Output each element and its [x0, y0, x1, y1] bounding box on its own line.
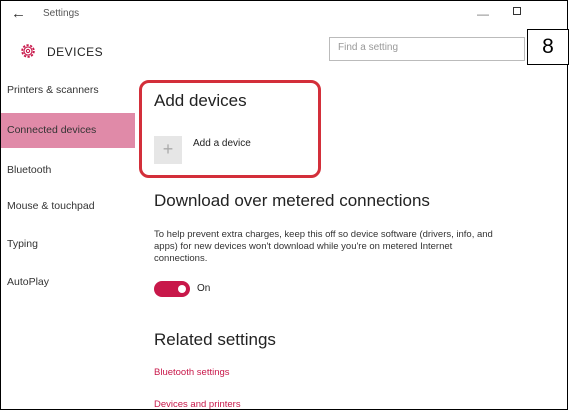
- devices-printers-link[interactable]: Devices and printers: [154, 399, 241, 409]
- sidebar-item-bluetooth[interactable]: Bluetooth: [1, 155, 135, 185]
- sidebar-item-printers-scanners[interactable]: Printers & scanners: [1, 75, 135, 105]
- add-devices-heading: Add devices: [154, 91, 247, 110]
- metered-download-toggle[interactable]: [154, 281, 190, 297]
- window-title: Settings: [43, 8, 80, 19]
- sidebar-item-autoplay[interactable]: AutoPlay: [1, 267, 135, 297]
- download-metered-description: To help prevent extra charges, keep this…: [154, 229, 493, 264]
- search-input[interactable]: [338, 42, 498, 53]
- title-bar: ← Settings —: [1, 1, 567, 31]
- related-settings-heading: Related settings: [154, 330, 276, 349]
- toggle-knob: [178, 285, 186, 293]
- sidebar: Printers & scanners Connected devices Bl…: [1, 75, 135, 409]
- download-metered-heading: Download over metered connections: [154, 191, 430, 210]
- page-title: DEVICES: [47, 45, 104, 59]
- page-number-badge: 8: [527, 29, 569, 65]
- gear-icon: [21, 44, 35, 58]
- sidebar-item-connected-devices[interactable]: Connected devices: [1, 113, 135, 148]
- maximize-button[interactable]: [513, 7, 521, 15]
- back-arrow-icon[interactable]: ←: [11, 5, 26, 22]
- bluetooth-settings-link[interactable]: Bluetooth settings: [154, 367, 230, 378]
- sidebar-item-typing[interactable]: Typing: [1, 229, 135, 259]
- toggle-state-label: On: [197, 283, 211, 294]
- plus-icon: +: [162, 139, 174, 159]
- sidebar-item-mouse-touchpad[interactable]: Mouse & touchpad: [1, 191, 135, 221]
- add-device-button[interactable]: +: [154, 136, 182, 164]
- settings-window: ← Settings — DEVICES Printers & scanners…: [0, 0, 568, 410]
- minimize-button[interactable]: —: [477, 7, 489, 21]
- search-box[interactable]: [329, 37, 525, 61]
- add-device-label[interactable]: Add a device: [193, 138, 251, 149]
